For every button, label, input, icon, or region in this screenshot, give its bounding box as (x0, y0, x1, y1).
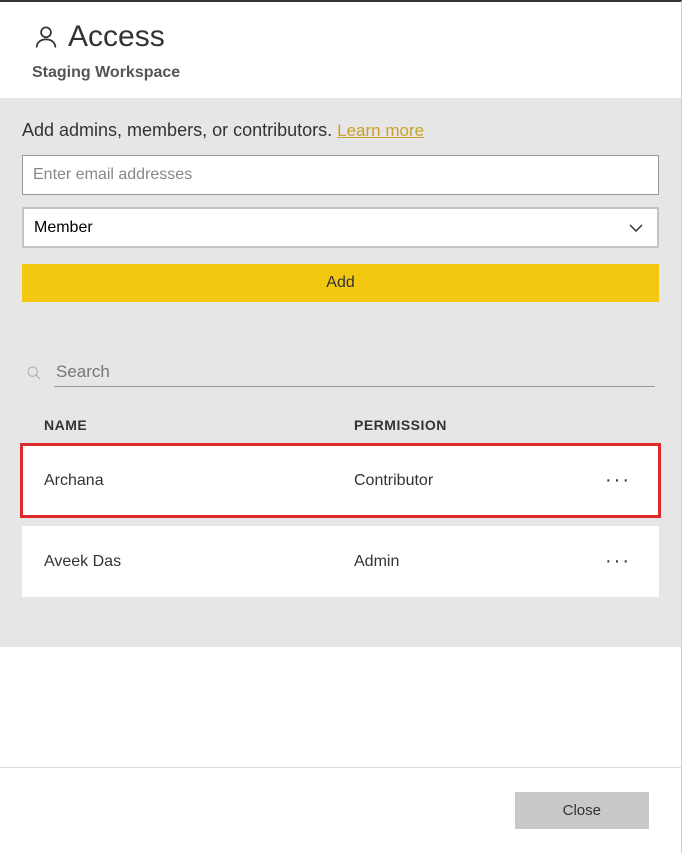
cell-permission: Contributor (354, 472, 599, 490)
more-options-button[interactable]: ··· (599, 469, 637, 492)
learn-more-link[interactable]: Learn more (337, 121, 424, 140)
user-icon (32, 23, 60, 51)
cell-name: Aveek Das (44, 553, 354, 571)
more-options-button[interactable]: ··· (599, 550, 637, 573)
access-panel: Add admins, members, or contributors. Le… (0, 98, 681, 647)
instruction-text: Add admins, members, or contributors. Le… (22, 120, 659, 141)
page-title: Access (68, 20, 165, 54)
close-button[interactable]: Close (515, 792, 649, 829)
table-header: NAME PERMISSION (22, 393, 659, 445)
search-row (22, 358, 659, 393)
table-row: ArchanaContributor··· (22, 445, 659, 516)
instruction-label: Add admins, members, or contributors. (22, 120, 332, 140)
panel-header: Access Staging Workspace (0, 2, 681, 98)
column-header-name: NAME (44, 417, 354, 433)
search-input[interactable] (54, 358, 655, 387)
search-icon (26, 365, 42, 381)
panel-footer: Close (0, 767, 681, 853)
table-row: Aveek DasAdmin··· (22, 526, 659, 597)
role-select[interactable]: Member (22, 207, 659, 248)
cell-name: Archana (44, 472, 354, 490)
column-header-permission: PERMISSION (354, 417, 637, 433)
email-input[interactable] (22, 155, 659, 195)
add-button[interactable]: Add (22, 264, 659, 302)
cell-permission: Admin (354, 553, 599, 571)
table-body: ArchanaContributor···Aveek DasAdmin··· (22, 445, 659, 597)
workspace-subtitle: Staging Workspace (32, 64, 649, 82)
